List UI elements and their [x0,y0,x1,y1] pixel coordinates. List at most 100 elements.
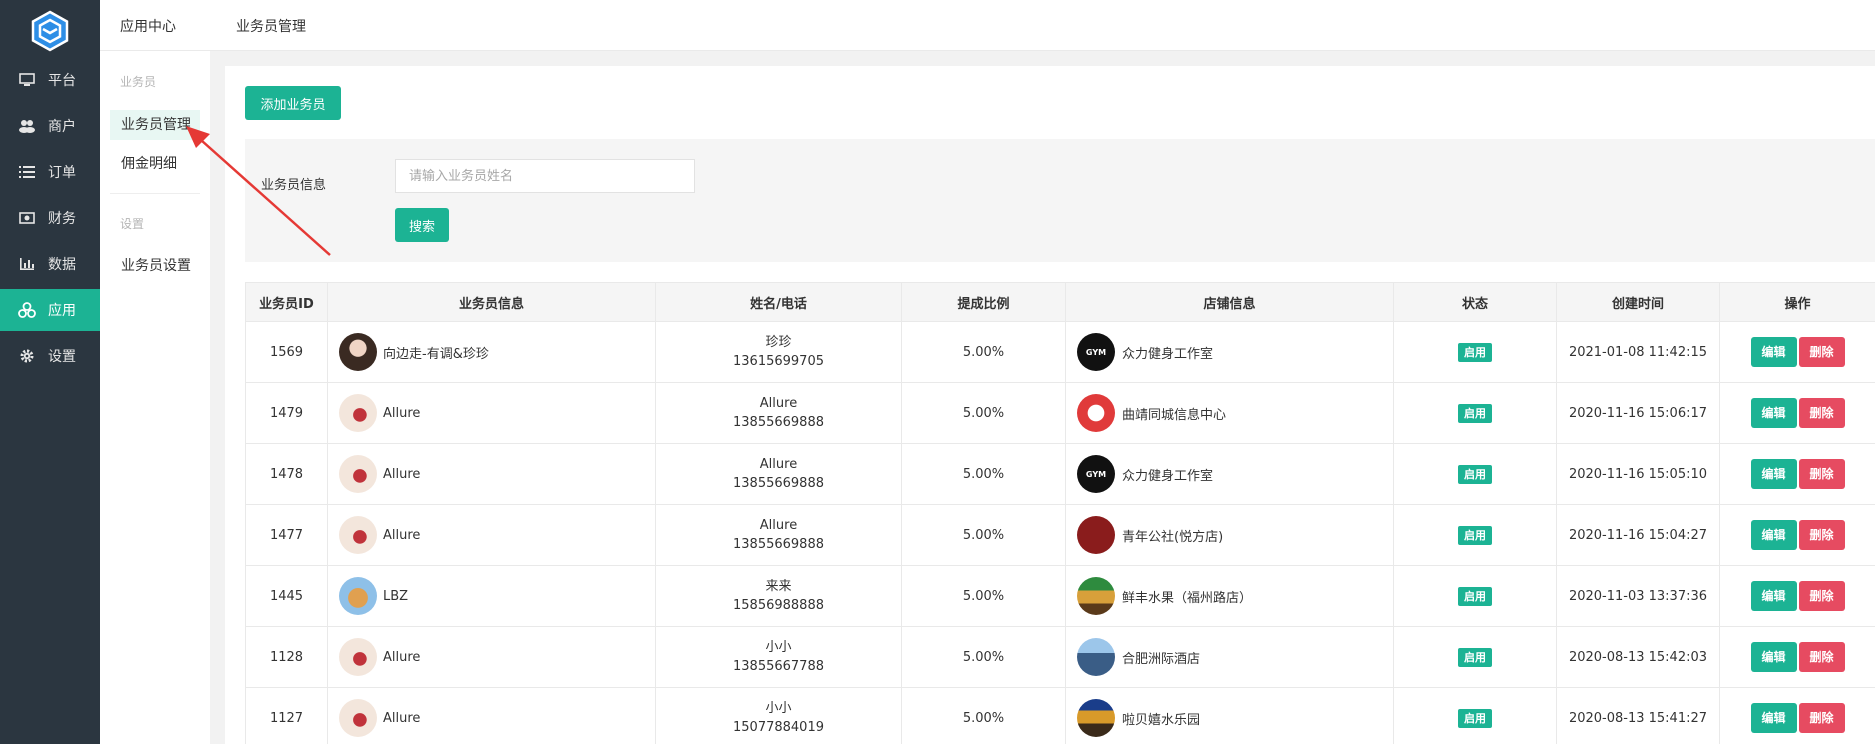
contact-phone: 13855667788 [733,659,824,674]
shop-logo [1077,638,1115,676]
user-name: Allure [383,466,421,482]
search-button[interactable]: 搜索 [395,208,449,242]
sub-item-salesman-manage[interactable]: 业务员管理 [110,110,200,140]
avatar [339,638,377,676]
header-created: 创建时间 [1556,282,1720,322]
delete-button[interactable]: 删除 [1798,642,1845,672]
cell-actions: 编辑 删除 [1719,443,1875,505]
edit-button[interactable]: 编辑 [1750,520,1797,550]
nav-item-merchant[interactable]: 商户 [0,105,100,147]
nav-item-label: 财务 [48,211,76,227]
cell-actions: 编辑 删除 [1719,687,1875,744]
status-badge[interactable]: 启用 [1458,647,1492,667]
cell-shop: GYM 众力健身工作室 [1065,321,1394,383]
cell-rate: 5.00% [901,687,1066,744]
breadcrumb-current-page[interactable]: 业务员管理 [236,16,306,36]
contact-name: 小小 [765,640,792,655]
sub-item-salesman-settings[interactable]: 业务员设置 [110,251,200,281]
delete-button[interactable]: 删除 [1798,459,1845,489]
edit-button[interactable]: 编辑 [1750,581,1797,611]
avatar [339,699,377,737]
edit-button[interactable]: 编辑 [1750,398,1797,428]
shop-name[interactable]: 鲜丰水果（福州路店） [1122,587,1252,606]
list-icon [18,163,36,181]
cell-rate: 5.00% [901,565,1066,627]
cell-actions: 编辑 删除 [1719,565,1875,627]
shop-name[interactable]: 曲靖同城信息中心 [1122,404,1226,423]
shop-logo [1077,577,1115,615]
avatar [339,577,377,615]
shop-name[interactable]: 青年公社(悦方店) [1122,526,1223,545]
nav-item-data[interactable]: 数据 [0,243,100,285]
edit-button[interactable]: 编辑 [1750,337,1797,367]
avatar [339,333,377,371]
user-name: Allure [383,710,421,726]
status-badge[interactable]: 启用 [1458,708,1492,728]
salesman-name-input[interactable] [395,159,695,193]
edit-button[interactable]: 编辑 [1750,459,1797,489]
status-badge[interactable]: 启用 [1458,464,1492,484]
shop-name[interactable]: 啦贝嬉水乐园 [1122,709,1200,728]
cell-rate: 5.00% [901,321,1066,383]
status-badge[interactable]: 启用 [1458,342,1492,362]
shop-name[interactable]: 合肥洲际酒店 [1122,648,1200,667]
status-badge[interactable]: 启用 [1458,403,1492,423]
cell-status: 启用 [1393,565,1557,627]
shop-logo [1077,516,1115,554]
cell-id: 1127 [245,687,328,744]
nav-item-platform[interactable]: 平台 [0,59,100,101]
cell-shop: 啦贝嬉水乐园 [1065,687,1394,744]
contact-name: Allure [759,396,798,411]
table-row: 1477 Allure Allure 13855669888 5.00% 青年公社… [245,504,1875,566]
shop-logo: GYM [1077,333,1115,371]
shop-name[interactable]: 众力健身工作室 [1122,465,1213,484]
cell-status: 启用 [1393,443,1557,505]
cell-id: 1569 [245,321,328,383]
delete-button[interactable]: 删除 [1798,337,1845,367]
edit-button[interactable]: 编辑 [1750,642,1797,672]
edit-button[interactable]: 编辑 [1750,703,1797,733]
delete-button[interactable]: 删除 [1798,520,1845,550]
cell-name-phone: Allure 13855669888 [655,443,902,505]
user-name: LBZ [383,588,409,604]
contact-phone: 15856988888 [733,598,824,613]
shop-name[interactable]: 众力健身工作室 [1122,343,1213,362]
cell-time: 2021-01-08 11:42:15 [1556,321,1720,383]
header-shop: 店铺信息 [1065,282,1394,322]
sub-item-commission-detail[interactable]: 佣金明细 [110,149,200,179]
status-badge[interactable]: 启用 [1458,586,1492,606]
add-salesman-button[interactable]: 添加业务员 [245,86,341,120]
cell-actions: 编辑 删除 [1719,504,1875,566]
delete-button[interactable]: 删除 [1798,398,1845,428]
app-logo-icon[interactable] [29,10,71,52]
cell-user: Allure [327,443,656,505]
nav-item-apps[interactable]: 应用 [0,289,100,331]
search-filter: 业务员信息 搜索 [245,139,1875,262]
cell-shop: 合肥洲际酒店 [1065,626,1394,688]
avatar [339,394,377,432]
cell-name-phone: Allure 13855669888 [655,504,902,566]
nav-item-settings[interactable]: 设置 [0,335,100,377]
sub-group-title: 设置 [120,217,145,231]
cell-time: 2020-11-16 15:04:27 [1556,504,1720,566]
cell-user: Allure [327,382,656,444]
cell-user: 向边走-有调&珍珍 [327,321,656,383]
header-rate: 提成比例 [901,282,1066,322]
delete-button[interactable]: 删除 [1798,581,1845,611]
status-badge[interactable]: 启用 [1458,525,1492,545]
table-header-row: 业务员ID 业务员信息 姓名/电话 提成比例 店铺信息 状态 创建时间 操作 [245,282,1875,322]
cell-id: 1478 [245,443,328,505]
nav-item-orders[interactable]: 订单 [0,151,100,193]
contact-phone: 13615699705 [733,354,824,369]
header-id: 业务员ID [245,282,328,322]
cell-user: Allure [327,626,656,688]
nav-item-finance[interactable]: 财务 [0,197,100,239]
cell-actions: 编辑 删除 [1719,626,1875,688]
shop-logo [1077,394,1115,432]
cell-actions: 编辑 删除 [1719,382,1875,444]
cell-shop: GYM 众力健身工作室 [1065,443,1394,505]
breadcrumb-app-center[interactable]: 应用中心 [120,16,176,36]
cell-status: 启用 [1393,687,1557,744]
user-name: 向边走-有调&珍珍 [383,346,489,362]
delete-button[interactable]: 删除 [1798,703,1845,733]
